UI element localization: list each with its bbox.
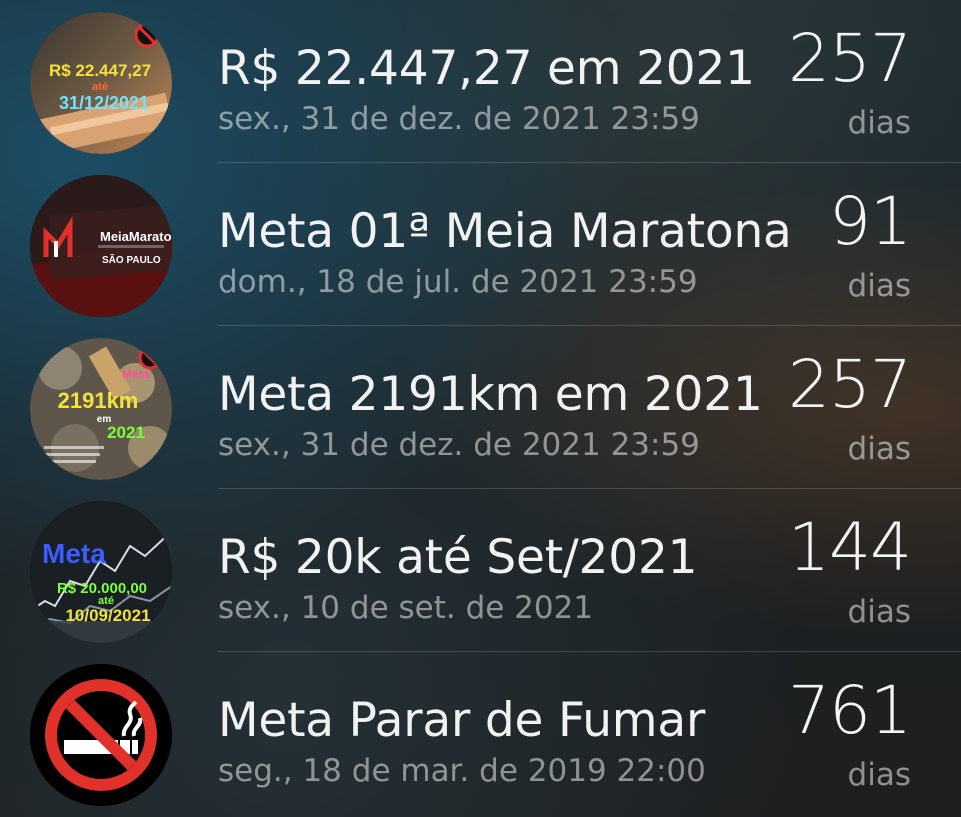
countdown-days-count: 761	[788, 672, 912, 749]
avatar-text: 2021	[107, 423, 145, 442]
countdown-date: sex., 31 de dez. de 2021 23:59	[218, 101, 700, 137]
avatar-text: Meta	[122, 367, 150, 381]
countdown-days-count: 257	[788, 346, 912, 423]
countdown-title: Meta 01ª Meia Maratona	[218, 204, 792, 259]
avatar-text: até	[92, 81, 108, 93]
countdown-days-unit: dias	[847, 105, 911, 141]
countdown-item[interactable]: MeiaMaratona SÃO PAULO Meta 01ª Meia Mar…	[0, 163, 961, 326]
countdown-avatar-savings: R$ 22.447,27 até 31/12/2021	[30, 12, 172, 154]
countdown-date: sex., 10 de set. de 2021	[218, 590, 594, 626]
avatar-text: MeiaMaratona	[100, 229, 172, 244]
countdown-list: R$ 22.447,27 até 31/12/2021 R$ 22.447,27…	[0, 0, 961, 817]
avatar-text: 2191km	[58, 388, 139, 413]
countdown-days-count: 144	[788, 509, 912, 586]
avatar-text: Meta	[42, 538, 106, 569]
avatar-text: R$ 22.447,27	[49, 61, 151, 80]
avatar-text: 10/09/2021	[65, 606, 150, 625]
no-smoking-icon	[30, 664, 172, 806]
avatar-text: 31/12/2021	[59, 93, 149, 113]
countdown-avatar-money-goal: Meta R$ 20.000,00 até 10/09/2021	[30, 501, 172, 643]
countdown-title: R$ 22.447,27 em 2021	[218, 41, 755, 96]
countdown-avatar-distance: Meta 2191km em 2021	[30, 338, 172, 480]
avatar-text: SÃO PAULO	[102, 253, 161, 266]
countdown-days-unit: dias	[847, 594, 911, 630]
countdown-item[interactable]: Meta R$ 20.000,00 até 10/09/2021 R$ 20k …	[0, 489, 961, 652]
countdown-title: Meta 2191km em 2021	[218, 367, 763, 422]
countdown-title: Meta Parar de Fumar	[218, 693, 706, 748]
countdown-item[interactable]: Meta 2191km em 2021 Meta 2191km em 2021 …	[0, 326, 961, 489]
countdown-date: sex., 31 de dez. de 2021 23:59	[218, 427, 700, 463]
countdown-days-count: 257	[788, 20, 912, 97]
countdown-date: dom., 18 de jul. de 2021 23:59	[218, 264, 698, 300]
countdown-title: R$ 20k até Set/2021	[218, 530, 698, 585]
countdown-days-count: 91	[829, 183, 912, 260]
countdown-item[interactable]: R$ 22.447,27 até 31/12/2021 R$ 22.447,27…	[0, 0, 961, 163]
countdown-item[interactable]: Meta Parar de Fumar seg., 18 de mar. de …	[0, 652, 961, 815]
countdown-date: seg., 18 de mar. de 2019 22:00	[218, 753, 706, 789]
countdown-days-unit: dias	[847, 268, 911, 304]
countdown-days-unit: dias	[847, 757, 911, 793]
countdown-days-unit: dias	[847, 431, 911, 467]
countdown-avatar-half-marathon: MeiaMaratona SÃO PAULO	[30, 175, 172, 317]
